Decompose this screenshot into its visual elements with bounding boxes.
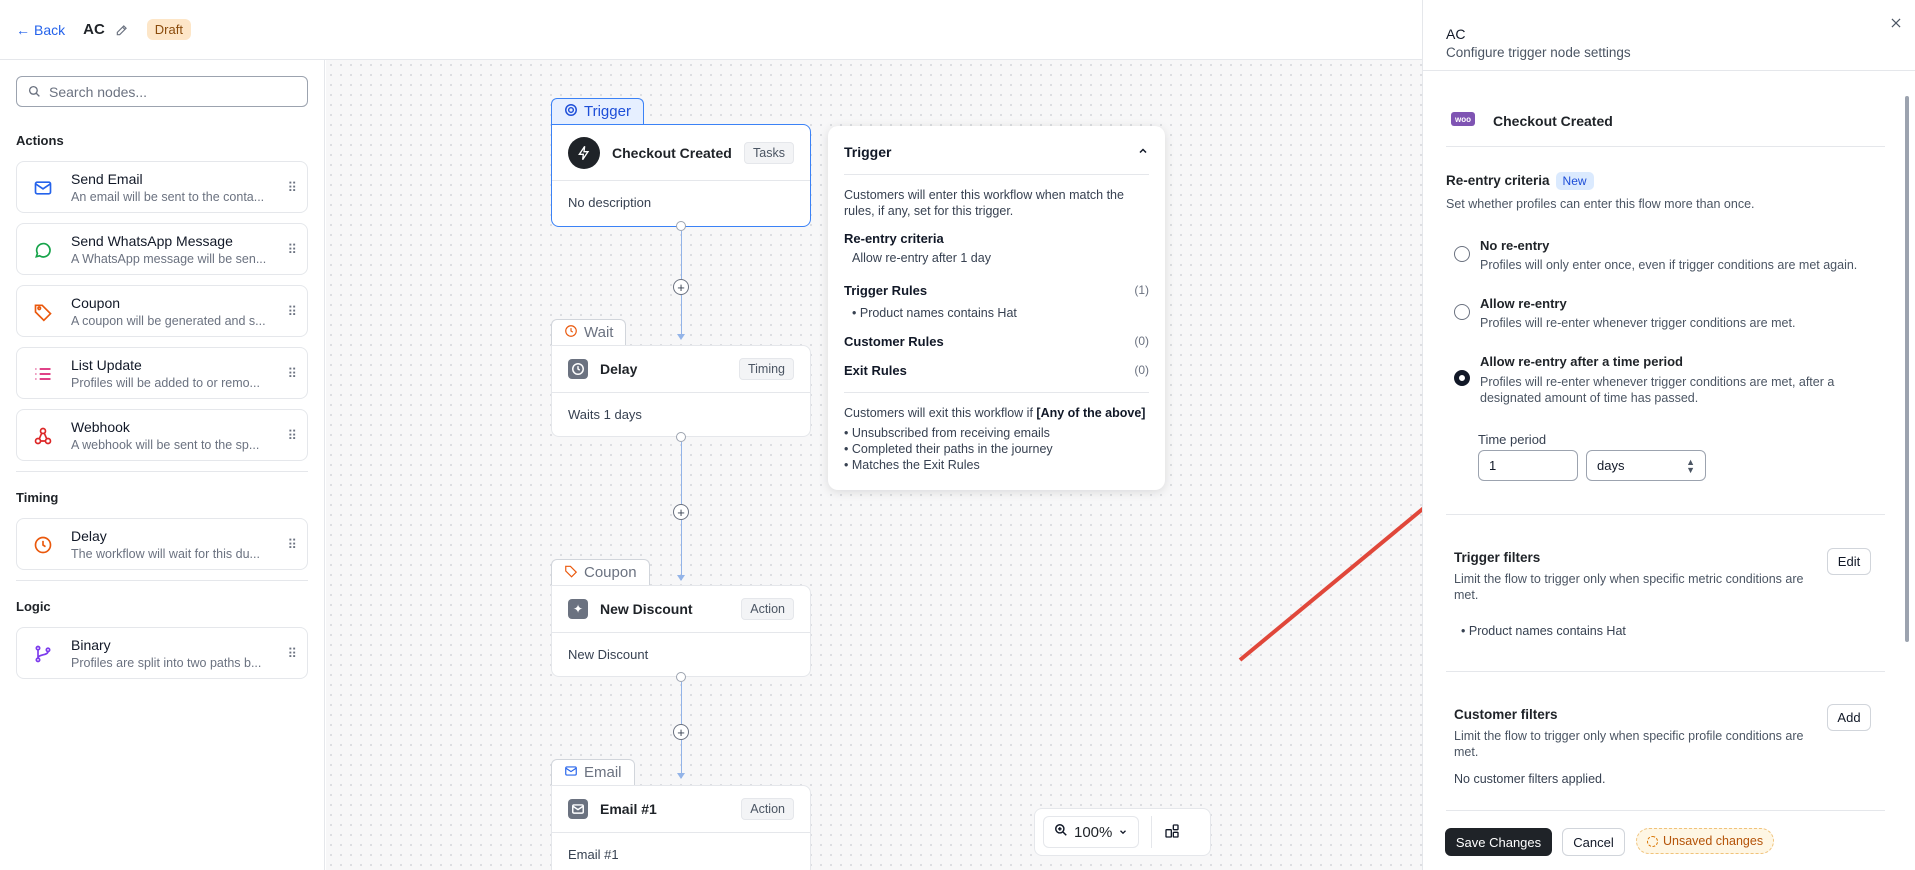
option-desc: Profiles will only enter once, even if t… bbox=[1480, 258, 1858, 272]
time-period-input[interactable]: 1 bbox=[1478, 450, 1578, 481]
reentry-title-row: Re-entry criteria New bbox=[1446, 172, 1594, 190]
section-divider bbox=[1446, 514, 1885, 515]
section-divider bbox=[1446, 146, 1885, 147]
close-icon[interactable] bbox=[1889, 16, 1903, 33]
option-label: Allow re-entry after a time period bbox=[1480, 354, 1683, 369]
radio-no-reentry[interactable] bbox=[1454, 246, 1470, 262]
trigger-filters-desc: Limit the flow to trigger only when spec… bbox=[1454, 572, 1804, 602]
add-customer-filter-button[interactable]: Add bbox=[1827, 704, 1871, 731]
time-unit-value: days bbox=[1597, 458, 1625, 473]
trigger-filters-title: Trigger filters bbox=[1454, 550, 1541, 565]
unsaved-label: Unsaved changes bbox=[1663, 834, 1764, 848]
trigger-filter-item: • Product names contains Hat bbox=[1461, 624, 1626, 638]
panel-title: AC bbox=[1446, 26, 1466, 42]
woocommerce-logo: woo bbox=[1451, 112, 1475, 126]
radio-allow-reentry[interactable] bbox=[1454, 304, 1470, 320]
option-label: Allow re-entry bbox=[1480, 296, 1567, 311]
option-label: No re-entry bbox=[1480, 238, 1550, 253]
select-arrows-icon: ▲ ▼ bbox=[1686, 456, 1695, 475]
save-changes-button[interactable]: Save Changes bbox=[1445, 828, 1552, 856]
radio-reentry-after-period[interactable] bbox=[1454, 370, 1470, 386]
customer-filters-desc: Limit the flow to trigger only when spec… bbox=[1454, 729, 1804, 759]
settings-panel: AC Configure trigger node settings woo C… bbox=[1422, 0, 1915, 870]
cancel-button[interactable]: Cancel bbox=[1562, 828, 1625, 856]
panel-subtitle: Configure trigger node settings bbox=[1446, 45, 1631, 60]
customer-filters-title: Customer filters bbox=[1454, 707, 1558, 722]
time-period-label: Time period bbox=[1478, 432, 1547, 447]
reentry-title: Re-entry criteria bbox=[1446, 173, 1550, 188]
footer-divider bbox=[1446, 810, 1885, 811]
reentry-desc: Set whether profiles can enter this flow… bbox=[1446, 197, 1755, 211]
option-desc: Profiles will re-enter whenever trigger … bbox=[1480, 316, 1796, 330]
new-badge: New bbox=[1555, 172, 1594, 190]
option-desc: Profiles will re-enter whenever trigger … bbox=[1480, 375, 1835, 405]
customer-filters-empty: No customer filters applied. bbox=[1454, 772, 1606, 786]
section-divider bbox=[1446, 671, 1885, 672]
time-unit-select[interactable]: days ▲ ▼ bbox=[1586, 450, 1706, 481]
dashed-circle-icon bbox=[1647, 835, 1658, 847]
panel-scrollbar[interactable] bbox=[1905, 96, 1909, 642]
edit-trigger-filters-button[interactable]: Edit bbox=[1827, 548, 1871, 575]
panel-divider bbox=[1423, 70, 1915, 71]
trigger-name: Checkout Created bbox=[1493, 113, 1613, 129]
unsaved-changes-badge: Unsaved changes bbox=[1636, 828, 1775, 854]
